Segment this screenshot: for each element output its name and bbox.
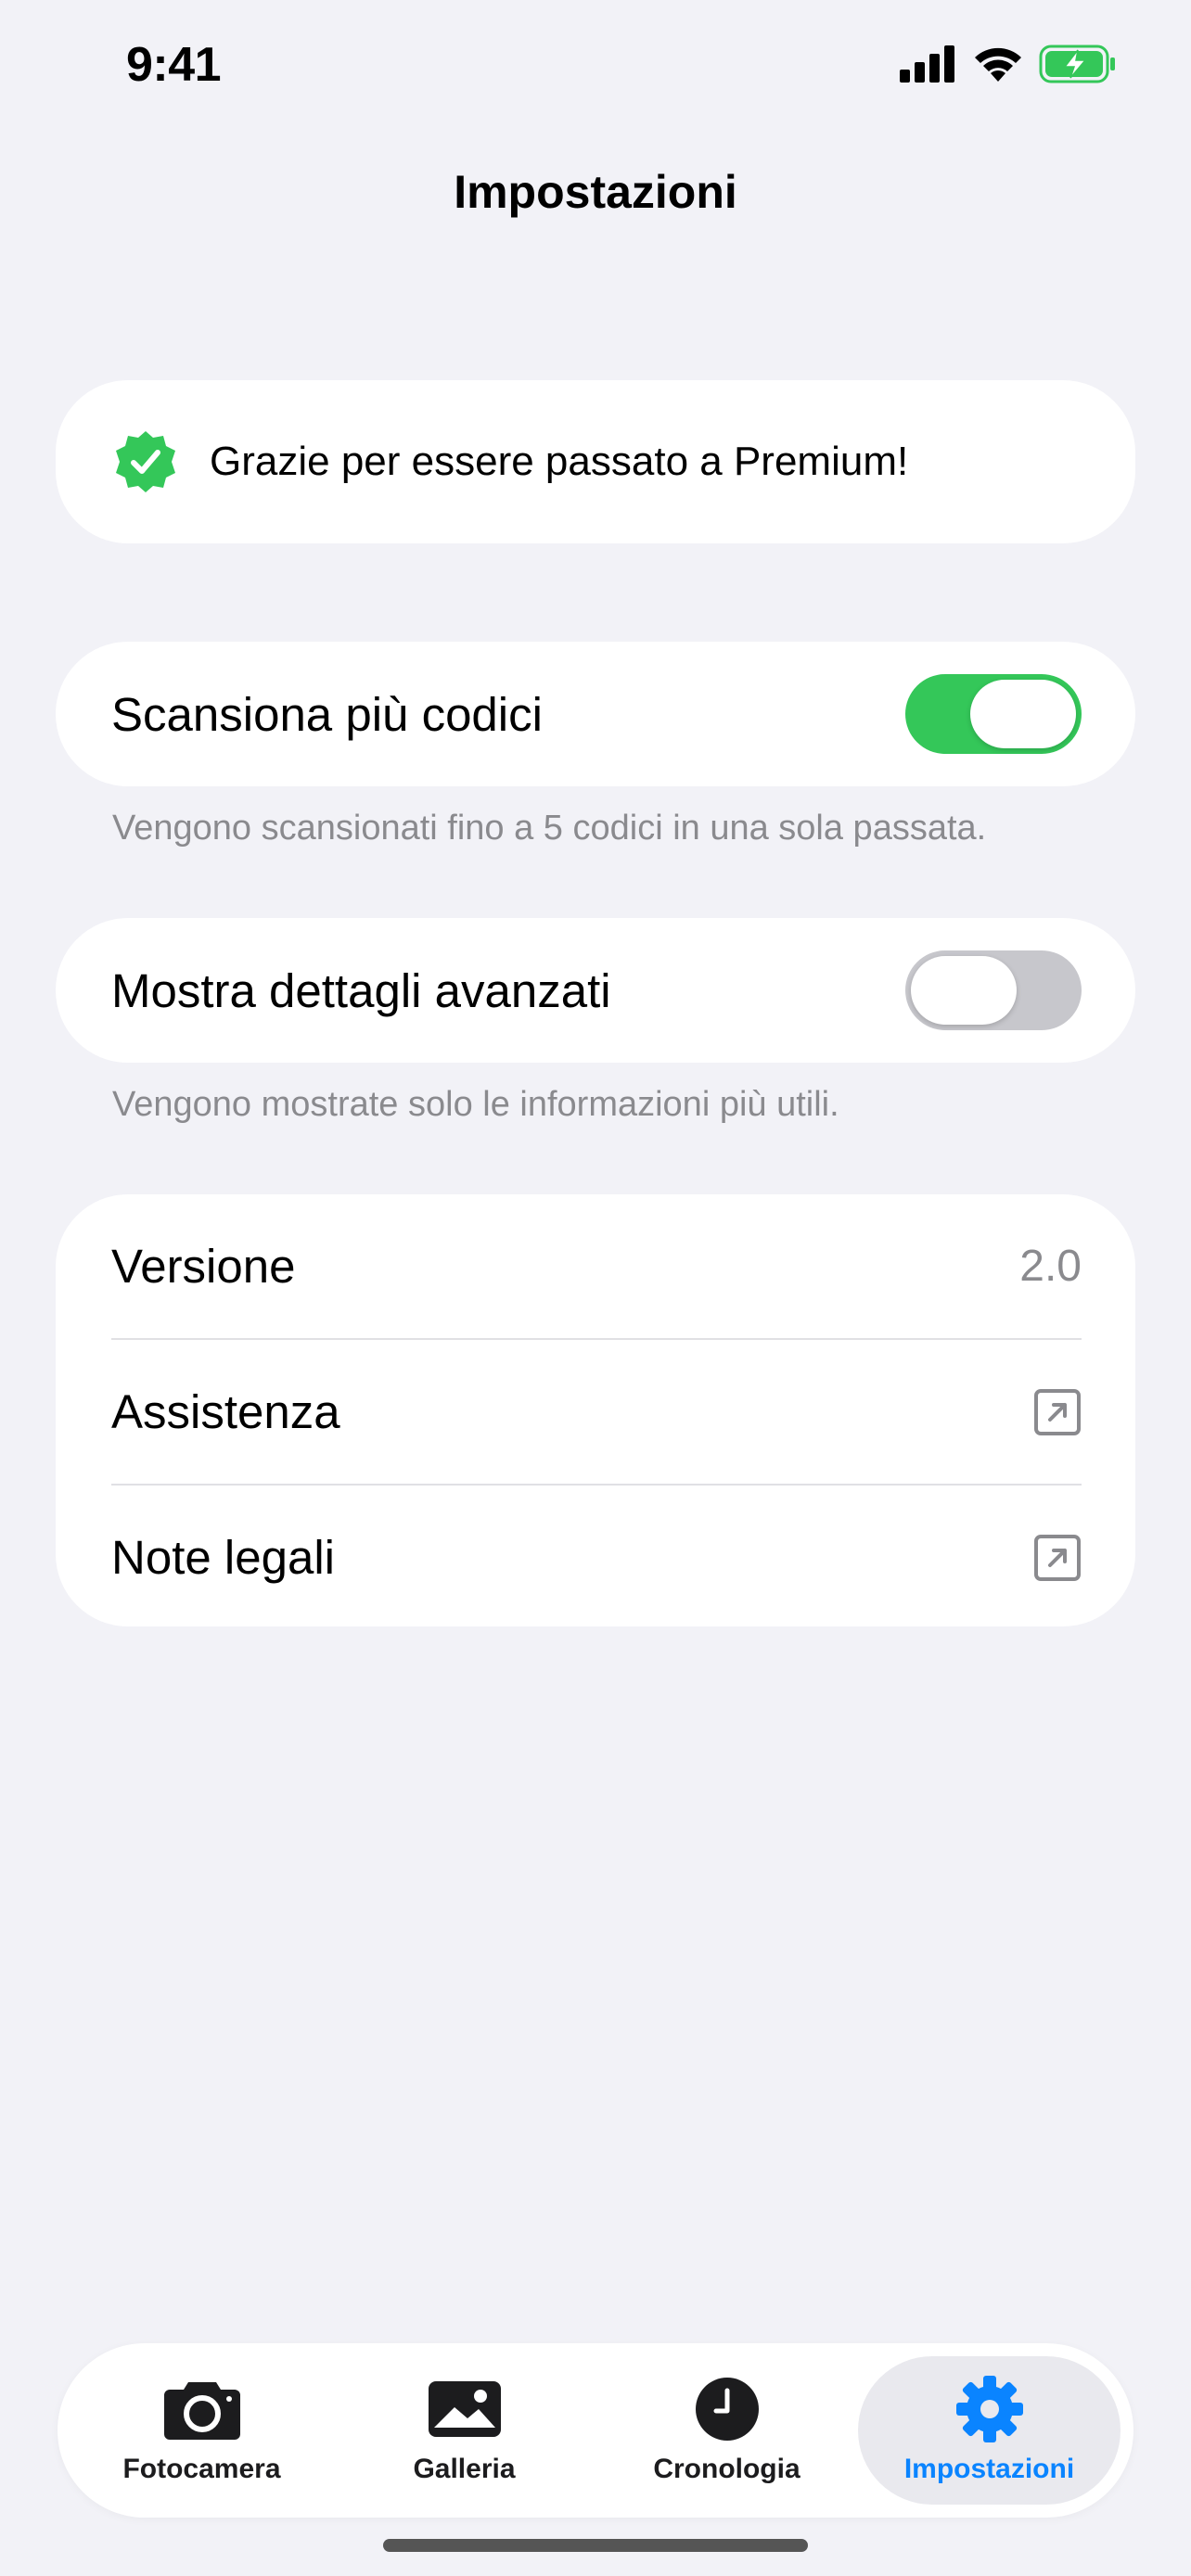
multi-scan-footnote: Vengono scansionati fino a 5 codici in u…	[112, 809, 987, 848]
version-value: 2.0	[1019, 1242, 1082, 1291]
photo-icon	[425, 2376, 505, 2442]
tab-settings[interactable]: Impostazioni	[858, 2356, 1121, 2505]
tab-gallery[interactable]: Galleria	[333, 2356, 596, 2505]
tab-label: Galleria	[413, 2454, 516, 2484]
advanced-details-footnote: Vengono mostrate solo le informazioni pi…	[112, 1085, 839, 1124]
advanced-details-card: Mostra dettagli avanzati	[56, 918, 1135, 1063]
external-link-icon	[1034, 1388, 1081, 1435]
advanced-details-row: Mostra dettagli avanzati	[56, 918, 1135, 1063]
tab-bar: Fotocamera Galleria Cronologia Impostazi…	[58, 2343, 1133, 2518]
wifi-icon	[975, 47, 1021, 82]
status-time: 9:41	[126, 38, 222, 92]
premium-banner: Grazie per essere passato a Premium!	[56, 380, 1135, 543]
verified-badge-icon	[116, 431, 175, 492]
legal-row[interactable]: Note legali	[56, 1486, 1135, 1629]
support-row[interactable]: Assistenza	[56, 1340, 1135, 1484]
gear-icon	[950, 2376, 1030, 2442]
multi-scan-label: Scansiona più codici	[111, 687, 543, 741]
clock-icon	[687, 2376, 767, 2442]
advanced-details-toggle[interactable]	[905, 950, 1082, 1030]
tab-label: Impostazioni	[903, 2454, 1075, 2484]
cellular-signal-icon	[900, 45, 954, 83]
legal-label: Note legali	[111, 1531, 335, 1584]
battery-charging-icon	[1039, 45, 1115, 83]
toggle-knob	[911, 956, 1017, 1025]
page-title: Impostazioni	[454, 166, 737, 218]
tab-camera[interactable]: Fotocamera	[70, 2356, 333, 2505]
settings-screen: 9:41 Impostazioni Grazie per essere pass…	[0, 0, 1191, 2576]
tab-label: Fotocamera	[122, 2454, 281, 2484]
status-icons	[900, 45, 1117, 83]
tab-history[interactable]: Cronologia	[596, 2356, 858, 2505]
home-indicator	[383, 2539, 808, 2552]
premium-message: Grazie per essere passato a Premium!	[210, 439, 909, 484]
version-row: Versione 2.0	[56, 1194, 1135, 1338]
multi-scan-row: Scansiona più codici	[56, 642, 1135, 786]
support-label: Assistenza	[111, 1385, 340, 1438]
toggle-knob	[970, 680, 1076, 748]
multi-scan-toggle[interactable]	[905, 674, 1082, 754]
version-label: Versione	[111, 1240, 296, 1293]
tab-label: Cronologia	[653, 2454, 800, 2484]
camera-icon	[162, 2376, 242, 2442]
info-group: Versione 2.0 Assistenza Note legali	[56, 1194, 1135, 1626]
advanced-details-label: Mostra dettagli avanzati	[111, 963, 611, 1017]
external-link-icon	[1034, 1534, 1081, 1581]
multi-scan-card: Scansiona più codici	[56, 642, 1135, 786]
